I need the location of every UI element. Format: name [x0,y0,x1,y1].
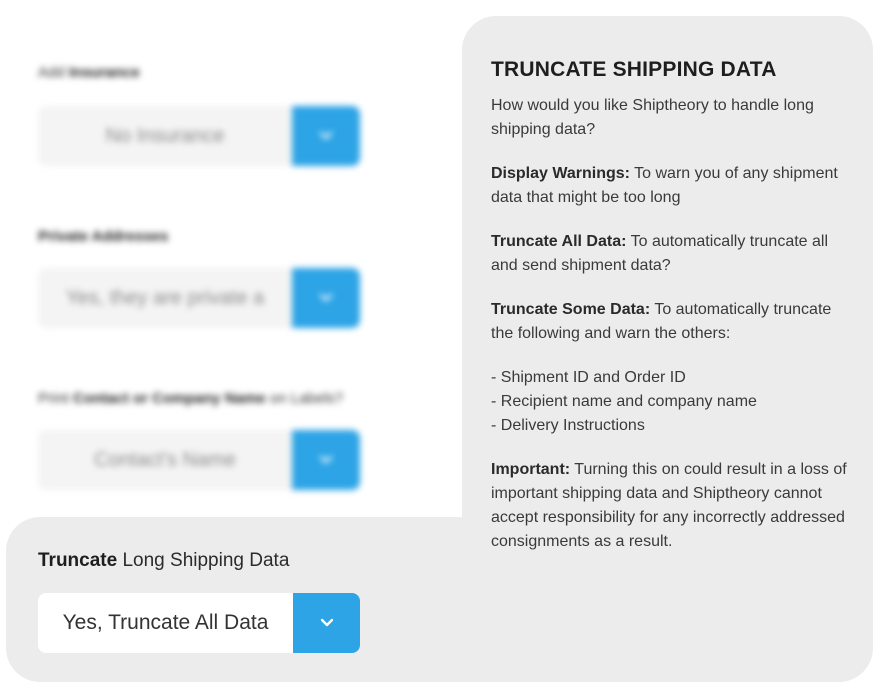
contact-name-label-suffix: on Labels? [269,390,344,407]
private-addresses-dropdown-button[interactable] [292,268,360,328]
insurance-label: Add Insurance [38,64,140,81]
insurance-select[interactable]: No Insurance [38,106,360,166]
contact-name-label-prefix: Print [38,390,69,407]
truncate-select[interactable]: Yes, Truncate All Data [38,593,360,653]
tooltip-option-truncate-some: Truncate Some Data: To automatically tru… [491,298,851,346]
chevron-down-icon [319,293,333,302]
contact-name-dropdown-button[interactable] [292,430,360,490]
tooltip-important-note: Important: Turning this on could result … [491,458,851,554]
list-item: Shipment ID and Order ID [491,366,851,390]
tooltip-truncated-fields-list: Shipment ID and Order ID Recipient name … [491,366,851,438]
insurance-select-value: No Insurance [105,124,225,147]
list-item: Recipient name and company name [491,390,851,414]
contact-name-select-value: Contact's Name [94,448,236,471]
truncate-label-rest: Long Shipping Data [122,550,290,571]
contact-name-label-bold: Contact or Company Name [73,390,266,407]
option-truncate-some-title: Truncate Some Data: [491,301,651,318]
chevron-down-icon [320,618,333,627]
insurance-dropdown-button[interactable] [292,106,360,166]
chevron-down-icon [319,455,333,464]
contact-name-label: Print Contact or Company Name on Labels? [38,390,343,407]
tooltip-intro: How would you like Shiptheory to handle … [491,97,814,138]
truncate-dropdown-button[interactable] [293,593,360,653]
truncate-label-bold: Truncate [38,550,118,571]
private-addresses-select[interactable]: Yes, they are private a [38,268,360,328]
important-note-title: Important: [491,461,571,478]
tooltip-option-display-warnings: Display Warnings: To warn you of any shi… [491,162,851,210]
help-tooltip-content: TRUNCATE SHIPPING DATA How would you lik… [491,58,851,574]
truncate-select-value: Yes, Truncate All Data [62,611,269,634]
help-tooltip: TRUNCATE SHIPPING DATA How would you lik… [462,16,873,682]
option-display-warnings-title: Display Warnings: [491,165,630,182]
private-addresses-label: Private Addresses [38,228,168,245]
insurance-label-bold: Insurance [68,64,140,81]
tooltip-title: TRUNCATE SHIPPING DATA [491,58,777,81]
private-addresses-select-value: Yes, they are private a [65,286,265,309]
chevron-down-icon [319,131,333,140]
truncate-label: Truncate Long Shipping Data [38,550,289,572]
insurance-label-prefix: Add [38,64,65,81]
contact-name-select[interactable]: Contact's Name [38,430,360,490]
tooltip-option-truncate-all: Truncate All Data: To automatically trun… [491,230,851,278]
option-truncate-all-title: Truncate All Data: [491,233,627,250]
list-item: Delivery Instructions [491,414,851,438]
private-addresses-label-bold: Private Addresses [38,228,169,245]
